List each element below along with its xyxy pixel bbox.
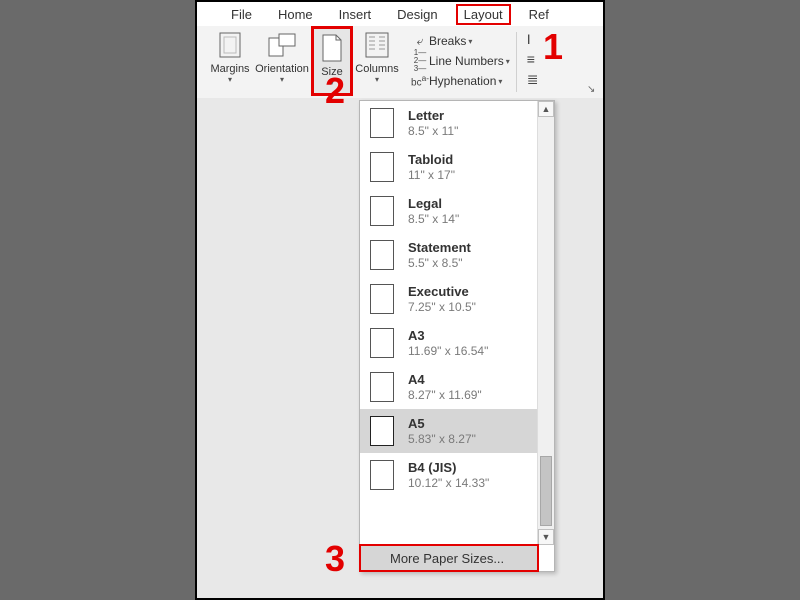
app-window: File Home Insert Design Layout Ref Margi… [195, 0, 605, 600]
size-option[interactable]: Tabloid11" x 17" [360, 145, 538, 189]
size-dim: 8.5" x 11" [408, 124, 458, 138]
dialog-launcher-icon[interactable]: ↘ [587, 84, 599, 96]
size-option[interactable]: A311.69" x 16.54" [360, 321, 538, 365]
size-label: Size [321, 66, 342, 78]
size-name: A4 [408, 372, 482, 387]
more-paper-sizes[interactable]: More Paper Sizes... [360, 545, 538, 571]
tab-file[interactable]: File [223, 4, 260, 25]
size-dim: 11" x 17" [408, 168, 455, 182]
scrollbar[interactable]: ▲ ▼ [537, 101, 554, 545]
size-name: A3 [408, 328, 488, 343]
page-thumb-icon [370, 152, 394, 182]
menu-bar: File Home Insert Design Layout Ref [197, 2, 603, 27]
scroll-up-icon[interactable]: ▲ [538, 101, 554, 117]
orientation-icon [267, 30, 297, 60]
size-option[interactable]: A48.27" x 11.69" [360, 365, 538, 409]
orientation-button[interactable]: Orientation ▾ [253, 26, 311, 96]
size-dim: 8.5" x 14" [408, 212, 459, 226]
size-name: A5 [408, 416, 476, 431]
indent-icon[interactable]: I [527, 31, 539, 51]
hyphenation-button[interactable]: bca- Hyphenation ▾ [411, 71, 510, 91]
size-name: Statement [408, 240, 471, 255]
margins-label: Margins [210, 63, 249, 75]
chevron-down-icon: ▾ [468, 37, 472, 46]
breaks-label: Breaks [429, 34, 466, 48]
size-option[interactable]: A55.83" x 8.27" [360, 409, 538, 453]
separator [516, 32, 517, 92]
columns-button[interactable]: Columns ▾ [353, 26, 401, 96]
columns-label: Columns [355, 63, 398, 75]
size-dim: 5.83" x 8.27" [408, 432, 476, 446]
line-numbers-icon: 1—2—3— [411, 49, 429, 73]
size-name: B4 (JIS) [408, 460, 489, 475]
size-option[interactable]: Statement5.5" x 8.5" [360, 233, 538, 277]
orientation-label: Orientation [255, 63, 309, 75]
margins-button[interactable]: Margins ▾ [207, 26, 253, 96]
scroll-down-icon[interactable]: ▼ [538, 529, 554, 545]
size-dim: 7.25" x 10.5" [408, 300, 476, 314]
ribbon: Margins ▾ Orientation ▾ Size ▾ Columns ▾ [197, 26, 603, 99]
page-thumb-icon [370, 284, 394, 314]
page-thumb-icon [370, 416, 394, 446]
size-option[interactable]: Legal8.5" x 14" [360, 189, 538, 233]
chevron-down-icon: ▾ [330, 78, 334, 87]
hyphenation-icon: bca- [411, 73, 429, 88]
size-option[interactable]: Letter8.5" x 11" [360, 101, 538, 145]
page-thumb-icon [370, 240, 394, 270]
page-thumb-icon [370, 372, 394, 402]
columns-icon [362, 30, 392, 60]
size-dropdown: Letter8.5" x 11"Tabloid11" x 17"Legal8.5… [359, 100, 555, 572]
size-name: Tabloid [408, 152, 455, 167]
tab-layout[interactable]: Layout [456, 4, 511, 25]
size-dim: 5.5" x 8.5" [408, 256, 471, 270]
line-numbers-button[interactable]: 1—2—3— Line Numbers ▾ [411, 51, 510, 71]
hyphenation-label: Hyphenation [429, 74, 496, 88]
chevron-down-icon: ▾ [506, 57, 510, 66]
scroll-thumb[interactable] [540, 456, 552, 526]
tab-home[interactable]: Home [270, 4, 321, 25]
align-left-icon[interactable]: ≡ [527, 51, 539, 71]
page-thumb-icon [370, 196, 394, 226]
size-option[interactable]: Executive7.25" x 10.5" [360, 277, 538, 321]
breaks-icon: ⤶ [411, 34, 429, 49]
chevron-down-icon: ▾ [280, 75, 284, 84]
size-button[interactable]: Size ▾ [311, 26, 353, 96]
chevron-down-icon: ▾ [375, 75, 379, 84]
chevron-down-icon: ▾ [228, 75, 232, 84]
tab-references[interactable]: Ref [521, 4, 557, 25]
size-option[interactable]: B4 (JIS)10.12" x 14.33" [360, 453, 538, 497]
size-dim: 11.69" x 16.54" [408, 344, 488, 358]
page-thumb-icon [370, 328, 394, 358]
size-name: Executive [408, 284, 476, 299]
page-thumb-icon [370, 460, 394, 490]
size-name: Letter [408, 108, 458, 123]
size-icon [317, 33, 347, 63]
chevron-down-icon: ▾ [498, 77, 502, 86]
page-thumb-icon [370, 108, 394, 138]
align-right-icon[interactable]: ≣ [527, 71, 539, 91]
page-setup-group: ⤶ Breaks ▾ 1—2—3— Line Numbers ▾ bca- Hy… [411, 26, 510, 91]
tab-insert[interactable]: Insert [331, 4, 380, 25]
size-name: Legal [408, 196, 459, 211]
size-dim: 8.27" x 11.69" [408, 388, 482, 402]
line-numbers-label: Line Numbers [429, 54, 504, 68]
margins-icon [215, 30, 245, 60]
size-list: Letter8.5" x 11"Tabloid11" x 17"Legal8.5… [360, 101, 538, 545]
paragraph-group: I ≡ ≣ [527, 26, 539, 91]
tab-design[interactable]: Design [389, 4, 445, 25]
size-dim: 10.12" x 14.33" [408, 476, 489, 490]
